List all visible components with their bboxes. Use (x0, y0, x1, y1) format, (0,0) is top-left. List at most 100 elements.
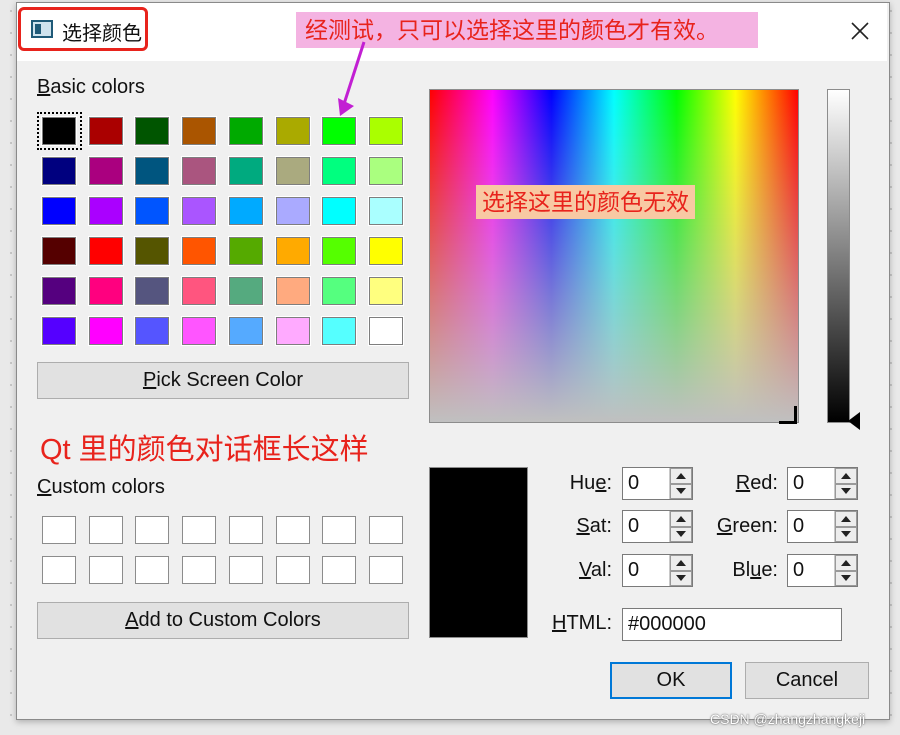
sat-up-arrow-icon[interactable] (670, 511, 692, 527)
basic-color-swatch[interactable] (367, 116, 404, 146)
basic-color-swatch[interactable] (41, 316, 77, 346)
basic-color-swatch[interactable] (321, 276, 358, 306)
basic-color-swatch[interactable] (367, 276, 404, 306)
basic-color-swatch[interactable] (227, 116, 264, 146)
ok-button[interactable]: OK (610, 662, 732, 699)
custom-color-slot[interactable] (322, 516, 357, 544)
val-value[interactable]: 0 (623, 555, 669, 586)
basic-color-swatch[interactable] (134, 116, 171, 146)
basic-color-swatch[interactable] (134, 316, 171, 346)
basic-color-swatch[interactable] (41, 156, 77, 186)
color-spectrum-picker[interactable] (429, 89, 799, 423)
val-down-arrow-icon[interactable] (670, 570, 692, 586)
hue-up-arrow-icon[interactable] (670, 468, 692, 484)
basic-color-swatch[interactable] (134, 276, 171, 306)
hue-spinbox[interactable]: 0 (622, 467, 693, 500)
blue-spinbox[interactable]: 0 (787, 554, 858, 587)
basic-color-swatch[interactable] (87, 236, 124, 266)
basic-color-swatch[interactable] (87, 276, 124, 306)
basic-color-swatch[interactable] (134, 196, 171, 226)
basic-color-swatch[interactable] (321, 316, 358, 346)
custom-color-slot[interactable] (228, 556, 263, 584)
basic-color-swatch[interactable] (274, 236, 311, 266)
basic-color-swatch[interactable] (41, 276, 77, 306)
basic-color-swatch[interactable] (181, 196, 218, 226)
basic-color-swatch[interactable] (367, 156, 404, 186)
html-hex-input[interactable]: #000000 (622, 608, 842, 641)
green-value[interactable]: 0 (788, 511, 834, 542)
custom-color-slot[interactable] (275, 556, 310, 584)
basic-color-swatch[interactable] (41, 236, 77, 266)
basic-color-swatch[interactable] (321, 236, 358, 266)
val-spinbox[interactable]: 0 (622, 554, 693, 587)
green-spinbox[interactable]: 0 (787, 510, 858, 543)
custom-color-slot[interactable] (182, 516, 217, 544)
basic-color-swatch[interactable] (321, 196, 358, 226)
basic-color-swatch[interactable] (274, 276, 311, 306)
val-up-arrow-icon[interactable] (670, 555, 692, 571)
custom-color-slot[interactable] (135, 556, 170, 584)
sat-spinbox[interactable]: 0 (622, 510, 693, 543)
basic-color-swatch[interactable] (181, 116, 218, 146)
red-down-arrow-icon[interactable] (835, 483, 857, 499)
spectrum-crosshair (779, 406, 797, 424)
add-to-custom-colors-button[interactable]: Add to Custom Colors (37, 602, 409, 639)
watermark: CSDN @zhangzhangkeji (710, 711, 866, 727)
basic-color-swatch[interactable] (367, 196, 404, 226)
basic-color-swatch[interactable] (274, 196, 311, 226)
basic-color-swatch[interactable] (87, 156, 124, 186)
basic-color-swatch[interactable] (87, 316, 124, 346)
basic-color-swatch[interactable] (321, 116, 358, 146)
basic-color-swatch[interactable] (181, 156, 218, 186)
custom-color-slot[interactable] (135, 516, 170, 544)
basic-color-swatch[interactable] (227, 156, 264, 186)
basic-color-swatch[interactable] (41, 196, 77, 226)
blue-down-arrow-icon[interactable] (835, 570, 857, 586)
sat-value[interactable]: 0 (623, 511, 669, 542)
luminance-pointer-icon[interactable] (848, 412, 860, 430)
custom-color-slot[interactable] (88, 516, 123, 544)
sat-down-arrow-icon[interactable] (670, 526, 692, 542)
custom-color-slot[interactable] (322, 556, 357, 584)
custom-color-slot[interactable] (42, 516, 76, 544)
basic-color-swatch[interactable] (227, 276, 264, 306)
basic-color-swatch[interactable] (367, 316, 404, 346)
green-down-arrow-icon[interactable] (835, 526, 857, 542)
basic-color-swatch[interactable] (134, 156, 171, 186)
blue-up-arrow-icon[interactable] (835, 555, 857, 571)
basic-color-swatch[interactable] (87, 196, 124, 226)
basic-color-swatch[interactable] (274, 316, 311, 346)
close-button[interactable] (838, 12, 882, 50)
basic-color-swatch[interactable] (321, 156, 358, 186)
custom-color-slot[interactable] (275, 516, 310, 544)
custom-color-slot[interactable] (228, 516, 263, 544)
basic-color-swatch[interactable] (134, 236, 171, 266)
basic-color-swatch[interactable] (274, 156, 311, 186)
sat-label: Sat: (576, 515, 612, 537)
red-up-arrow-icon[interactable] (835, 468, 857, 484)
cancel-button[interactable]: Cancel (745, 662, 869, 699)
basic-color-swatch[interactable] (274, 116, 311, 146)
custom-color-slot[interactable] (182, 556, 217, 584)
basic-color-swatch[interactable] (227, 316, 264, 346)
basic-color-swatch[interactable] (181, 276, 218, 306)
custom-color-slot[interactable] (42, 556, 76, 584)
luminance-slider[interactable] (827, 89, 850, 423)
title-highlight-box (18, 7, 148, 51)
basic-color-swatch[interactable] (181, 236, 218, 266)
hue-value[interactable]: 0 (623, 468, 669, 499)
red-value[interactable]: 0 (788, 468, 834, 499)
green-up-arrow-icon[interactable] (835, 511, 857, 527)
hue-down-arrow-icon[interactable] (670, 483, 692, 499)
basic-color-swatch[interactable] (227, 236, 264, 266)
basic-color-swatch[interactable] (87, 116, 124, 146)
blue-value[interactable]: 0 (788, 555, 834, 586)
custom-color-slot[interactable] (368, 556, 403, 584)
red-spinbox[interactable]: 0 (787, 467, 858, 500)
basic-color-swatch[interactable] (367, 236, 404, 266)
basic-color-swatch[interactable] (181, 316, 218, 346)
pick-screen-color-button[interactable]: Pick Screen Color (37, 362, 409, 399)
custom-color-slot[interactable] (368, 516, 403, 544)
basic-color-swatch[interactable] (227, 196, 264, 226)
custom-color-slot[interactable] (88, 556, 123, 584)
